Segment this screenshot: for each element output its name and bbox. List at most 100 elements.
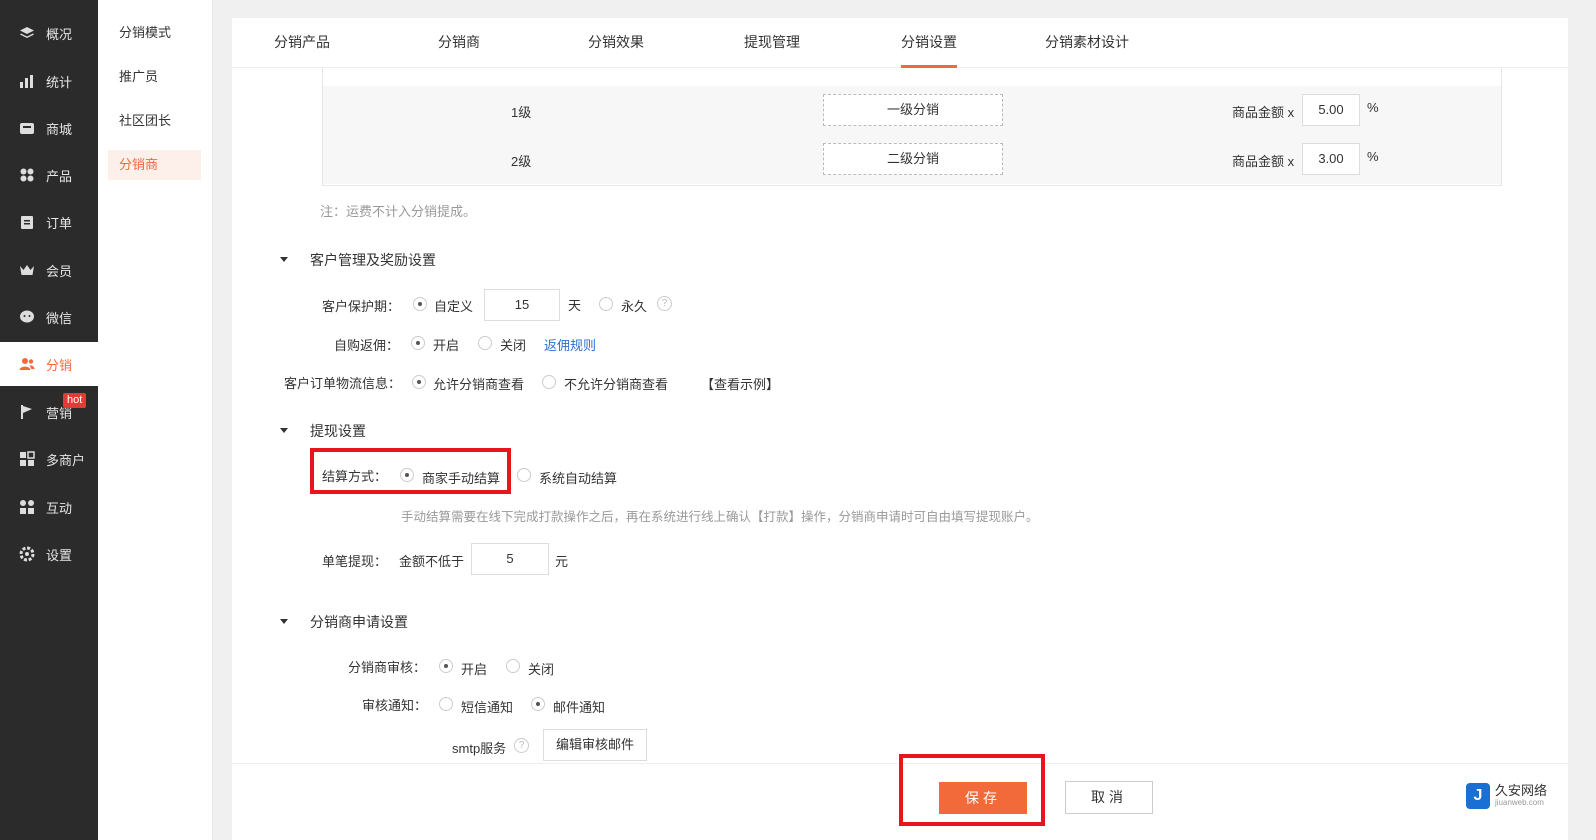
protect-custom-radio[interactable] bbox=[413, 297, 427, 311]
sidebar-item-distribution[interactable]: 分销 bbox=[0, 342, 98, 386]
edit-audit-mail-button[interactable]: 编辑审核邮件 bbox=[543, 729, 647, 761]
rebate-rules-link[interactable]: 返佣规则 bbox=[544, 335, 596, 354]
audit-off-radio[interactable] bbox=[506, 659, 520, 673]
rate-input[interactable]: 3.00 bbox=[1302, 143, 1360, 175]
settle-auto-label: 系统自动结算 bbox=[539, 471, 618, 486]
settle-manual-radio[interactable] bbox=[400, 468, 414, 482]
users-icon bbox=[18, 355, 36, 373]
protect-days-input[interactable]: 15 bbox=[484, 289, 560, 321]
tab-distributors[interactable]: 分销商 bbox=[438, 18, 480, 68]
notify-sms-radio[interactable] bbox=[439, 697, 453, 711]
level-cell: 1级 bbox=[511, 105, 532, 120]
collapse-caret-icon[interactable] bbox=[280, 619, 288, 624]
layers-icon bbox=[18, 24, 36, 42]
smtp-label: smtp服务 bbox=[452, 741, 507, 756]
flag-icon bbox=[18, 403, 36, 421]
rate-input[interactable]: 5.00 bbox=[1302, 94, 1360, 126]
watermark-name: 久安网络 bbox=[1495, 783, 1548, 798]
shipping-note: 注：运费不计入分销提成。 bbox=[320, 204, 477, 219]
sidebar-label: 微信 bbox=[46, 310, 73, 326]
gear-icon bbox=[18, 545, 36, 563]
section-title-customer: 客户管理及奖励设置 bbox=[310, 252, 436, 268]
store-icon bbox=[18, 119, 36, 137]
table-row: 2级 二级分销 商品金额 x 3.00 % bbox=[323, 135, 1501, 184]
sidebar-label: 商城 bbox=[46, 121, 73, 137]
help-icon[interactable]: ? bbox=[657, 296, 672, 311]
settle-auto-radio[interactable] bbox=[517, 468, 531, 482]
help-icon[interactable]: ? bbox=[514, 738, 529, 753]
tab-products[interactable]: 分销产品 bbox=[274, 18, 330, 68]
sidebar-item-stats[interactable]: 统计 bbox=[0, 59, 98, 103]
sidebar-item-products[interactable]: 产品 bbox=[0, 153, 98, 197]
section-title-withdraw: 提现设置 bbox=[310, 423, 366, 439]
watermark-domain: jiuanweb.com bbox=[1495, 798, 1544, 807]
logistics-allow-radio[interactable] bbox=[412, 375, 426, 389]
self-buy-label: 自购返佣： bbox=[334, 338, 400, 353]
view-example-link[interactable]: 【查看示例】 bbox=[701, 374, 779, 393]
sidebar-item-store[interactable]: 商城 bbox=[0, 106, 98, 150]
cancel-button[interactable]: 取消 bbox=[1065, 781, 1153, 814]
audit-on-radio[interactable] bbox=[439, 659, 453, 673]
collapse-caret-icon[interactable] bbox=[280, 428, 288, 433]
level-cell: 2级 bbox=[511, 154, 532, 169]
single-withdraw-prefix: 金额不低于 bbox=[399, 554, 465, 569]
sidebar-label: 订单 bbox=[46, 215, 73, 231]
interact-icon bbox=[18, 498, 36, 516]
notify-mail-label: 邮件通知 bbox=[553, 700, 606, 715]
main-panel: 分销产品 分销商 分销效果 提现管理 分销设置 分销素材设计 1级 一级分销 商… bbox=[232, 18, 1568, 840]
grid-icon bbox=[18, 166, 36, 184]
level-name-button[interactable]: 一级分销 bbox=[823, 94, 1003, 126]
protect-label: 客户保护期： bbox=[322, 299, 401, 314]
currency-unit: 元 bbox=[555, 554, 569, 569]
tab-material[interactable]: 分销素材设计 bbox=[1045, 18, 1129, 68]
notify-sms-label: 短信通知 bbox=[461, 700, 514, 715]
self-buy-off-label: 关闭 bbox=[500, 338, 527, 353]
logistics-allow-label: 允许分销商查看 bbox=[433, 377, 525, 392]
self-buy-on-label: 开启 bbox=[433, 338, 460, 353]
sidebar-item-multistore[interactable]: 多商户 bbox=[0, 437, 98, 481]
audit-off-label: 关闭 bbox=[528, 662, 555, 677]
sidebar-label: 设置 bbox=[46, 547, 73, 563]
self-buy-on-radio[interactable] bbox=[411, 336, 425, 350]
min-withdraw-input[interactable]: 5 bbox=[471, 543, 549, 575]
self-buy-off-radio[interactable] bbox=[478, 336, 492, 350]
tab-settings[interactable]: 分销设置 bbox=[901, 18, 957, 68]
logistics-deny-radio[interactable] bbox=[542, 375, 556, 389]
chat-icon bbox=[18, 308, 36, 326]
settle-manual-label: 商家手动结算 bbox=[422, 471, 501, 486]
sidebar-label: 概况 bbox=[46, 26, 73, 42]
sidebar-item-interact[interactable]: 互动 bbox=[0, 485, 98, 529]
logistics-label: 客户订单物流信息： bbox=[284, 376, 402, 391]
save-button[interactable]: 保存 bbox=[939, 782, 1027, 814]
hot-badge: hot bbox=[63, 393, 87, 408]
amount-label: 商品金额 x bbox=[1232, 105, 1295, 120]
amount-label: 商品金额 x bbox=[1232, 154, 1295, 169]
subnav-item-community[interactable]: 社区团长 bbox=[108, 106, 201, 136]
tab-withdraw[interactable]: 提现管理 bbox=[744, 18, 800, 68]
level-name-button[interactable]: 二级分销 bbox=[823, 143, 1003, 175]
sidebar-item-wechat[interactable]: 微信 bbox=[0, 295, 98, 339]
subnav-item-mode[interactable]: 分销模式 bbox=[108, 18, 201, 48]
sidebar-item-settings[interactable]: 设置 bbox=[0, 532, 98, 576]
sidebar-item-overview[interactable]: 概况 bbox=[0, 11, 98, 55]
tab-effect[interactable]: 分销效果 bbox=[588, 18, 644, 68]
notify-mail-radio[interactable] bbox=[531, 697, 545, 711]
sidebar-item-orders[interactable]: 订单 bbox=[0, 200, 98, 244]
sidebar-label: 会员 bbox=[46, 263, 73, 279]
protect-unit: 天 bbox=[568, 298, 582, 313]
collapse-caret-icon[interactable] bbox=[280, 257, 288, 262]
main-sidebar: 概况 统计 商城 产品 订单 会员 微信 分销 营销 多商户 互动 设置 hot bbox=[0, 0, 98, 840]
logistics-deny-label: 不允许分销商查看 bbox=[564, 377, 669, 392]
clipboard-icon bbox=[18, 213, 36, 231]
protect-forever-radio[interactable] bbox=[599, 297, 613, 311]
subnav-item-distributor[interactable]: 分销商 bbox=[108, 150, 201, 180]
percent-unit: % bbox=[1367, 100, 1379, 115]
crown-icon bbox=[18, 261, 36, 279]
audit-label: 分销商审核： bbox=[348, 660, 427, 675]
bar-chart-icon bbox=[18, 72, 36, 90]
sidebar-item-members[interactable]: 会员 bbox=[0, 248, 98, 292]
sidebar-label: 产品 bbox=[46, 168, 73, 184]
audit-on-label: 开启 bbox=[461, 662, 488, 677]
sub-sidebar: 分销模式 推广员 社区团长 分销商 bbox=[98, 0, 213, 840]
subnav-item-promoter[interactable]: 推广员 bbox=[108, 62, 201, 92]
